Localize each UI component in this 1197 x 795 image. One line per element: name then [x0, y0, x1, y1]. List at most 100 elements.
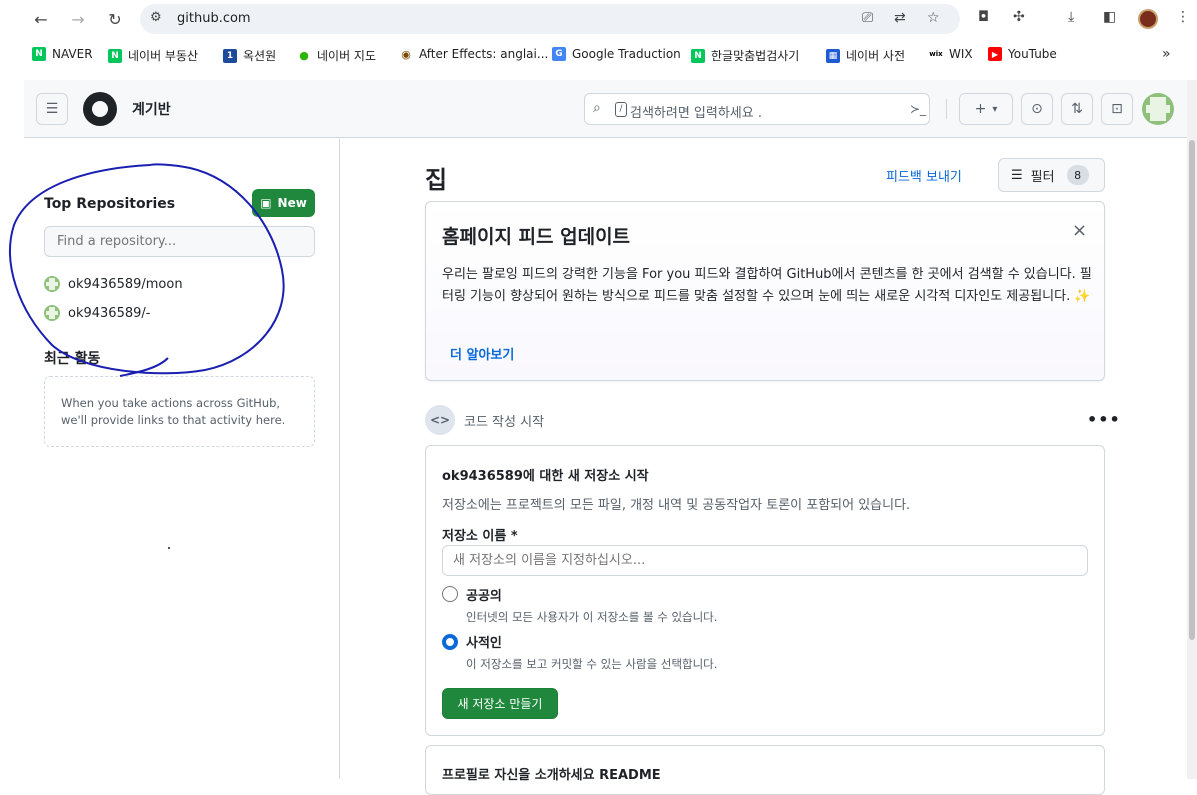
create-repository-button[interactable]: 새 저장소 만들기: [442, 688, 558, 719]
download-icon[interactable]: ⤓: [1068, 9, 1074, 25]
stray-dot: [168, 547, 170, 549]
repo-name-label: 저장소 이름 *: [442, 529, 518, 544]
dashboard-sidebar: Top Repositories ▣New ok9436589/moon ok9…: [24, 139, 340, 779]
search-icon: ⌕: [593, 100, 601, 116]
address-bar[interactable]: ⚙ github.com ⎚ ⇄ ☆: [140, 4, 960, 34]
filter-icon: ☰: [1011, 167, 1023, 183]
browser-toolbar: ← → ↻ ⚙ github.com ⎚ ⇄ ☆ ◘ ✣ ⤓ ◧ ⋮: [0, 0, 1197, 38]
bookmarks-more-icon[interactable]: »: [1162, 46, 1171, 62]
bookmark-star-icon[interactable]: ☆: [927, 10, 940, 26]
reload-icon[interactable]: ↻: [104, 8, 126, 30]
translate-icon[interactable]: ⇄: [894, 10, 906, 26]
readme-card-title: 프로필로 자신을 소개하세요 README: [442, 768, 661, 783]
issues-icon: ⊙: [1031, 101, 1043, 117]
private-radio[interactable]: [442, 634, 458, 650]
repo-link-dash[interactable]: ok9436589/-: [44, 305, 150, 321]
repo-name-input[interactable]: [442, 545, 1088, 576]
more-options-icon[interactable]: •••: [1087, 410, 1121, 429]
feed-update-card: 홈페이지 피드 업데이트 × 우리는 팔로잉 피드의 강력한 기능을 For y…: [425, 201, 1105, 381]
create-repo-subtitle: 저장소에는 프로젝트의 모든 파일, 개정 내역 및 공동작업자 토론이 포함되…: [442, 498, 911, 513]
wix-icon: wix: [929, 47, 943, 61]
new-repository-button[interactable]: ▣ New: [252, 189, 315, 217]
menu-hamburger-button[interactable]: ☰: [36, 93, 68, 125]
profile-avatar[interactable]: [1138, 9, 1158, 29]
bookmark-google-translate[interactable]: G Google Traduction: [552, 47, 681, 61]
translate-icon: G: [552, 47, 566, 61]
repo-link-moon[interactable]: ok9436589/moon: [44, 276, 183, 292]
update-card-body: 우리는 팔로잉 피드의 강력한 기능을 For you 피드와 결합하여 Git…: [442, 267, 1092, 304]
code-icon: <>: [425, 405, 455, 435]
url-text[interactable]: github.com: [177, 11, 251, 26]
bookmark-wix[interactable]: wix WIX: [929, 47, 973, 61]
dictionary-icon: ▦: [826, 48, 840, 63]
bookmark-auction[interactable]: 1 옥션원: [223, 47, 276, 64]
bookmark-naver-land[interactable]: N 네이버 부동산: [108, 47, 198, 64]
update-card-title: 홈페이지 피드 업데이트: [442, 226, 631, 248]
side-panel-icon[interactable]: ◧: [1103, 9, 1116, 25]
ae-icon: ◉: [399, 47, 413, 61]
find-repository-input[interactable]: [44, 226, 315, 257]
filter-count-badge: 8: [1066, 165, 1089, 185]
pull-requests-button[interactable]: ⇅: [1061, 93, 1093, 125]
start-coding-label: 코드 작성 시작: [464, 414, 545, 430]
site-info-icon[interactable]: ⚙: [150, 10, 162, 25]
bookmark-naver[interactable]: N NAVER: [32, 47, 93, 61]
close-icon[interactable]: ×: [1072, 220, 1087, 241]
pull-request-icon: ⇅: [1071, 101, 1083, 117]
github-header: ☰ 계기반 ⌕ / 검색하려면 입력하세요 . ≻_ + ▾ ⊙ ⇅ ⊡: [24, 80, 1197, 138]
bookmarks-bar: N NAVER N 네이버 부동산 1 옥션원 ● 네이버 지도 ◉ After Effe…: [0, 44, 1197, 68]
slash-key-hint: /: [615, 102, 627, 117]
naver-icon: N: [691, 48, 705, 63]
naver-icon: N: [32, 47, 46, 61]
search-input[interactable]: ⌕ / 검색하려면 입력하세요 .: [584, 93, 930, 125]
chevron-down-icon: ▾: [992, 103, 998, 115]
bookmark-naver-map[interactable]: ● 네이버 지도: [297, 47, 376, 64]
map-pin-icon: ●: [297, 48, 311, 63]
extensions-icon[interactable]: ✣: [1013, 9, 1025, 25]
send-feedback-link[interactable]: 피드백 보내기: [886, 166, 962, 185]
issues-button[interactable]: ⊙: [1021, 93, 1053, 125]
learn-more-link[interactable]: 더 알아보기: [450, 344, 514, 363]
recent-activity-heading: 최근 활동: [44, 351, 101, 367]
private-label[interactable]: 사적인: [466, 632, 502, 651]
create-new-button[interactable]: + ▾: [959, 93, 1013, 125]
inbox-button[interactable]: ⊡: [1101, 93, 1133, 125]
bookmark-spellcheck[interactable]: N 한글맞춤법검사기: [691, 47, 799, 64]
naver-icon: N: [108, 48, 122, 63]
public-description: 인터넷의 모든 사용자가 이 저장소를 볼 수 있습니다.: [466, 610, 718, 624]
inbox-icon: ⊡: [1111, 101, 1123, 117]
create-repo-title: ok9436589에 대한 새 저장소 시작: [442, 469, 649, 484]
create-repository-card: ok9436589에 대한 새 저장소 시작 저장소에는 프로젝트의 모든 파일…: [425, 445, 1105, 736]
profile-readme-card: 프로필로 자신을 소개하세요 README: [425, 745, 1105, 795]
page-scrollbar[interactable]: [1187, 80, 1197, 779]
bookmark-naver-dict[interactable]: ▦ 네이버 사전: [826, 47, 905, 64]
install-app-icon[interactable]: ⎚: [862, 10, 873, 26]
back-icon[interactable]: ←: [30, 8, 52, 30]
filter-button[interactable]: ☰ 필터 8: [998, 158, 1105, 192]
search-placeholder: 검색하려면 입력하세요 .: [630, 106, 762, 121]
feed-title: 집: [425, 166, 448, 194]
start-coding-section: <> 코드 작성 시작: [425, 405, 544, 435]
sparkle-icon: ✨: [1074, 289, 1091, 304]
public-radio[interactable]: [442, 586, 458, 602]
private-description: 이 저장소를 보고 커밋할 수 있는 사람을 선택합니다.: [466, 657, 718, 671]
plus-icon: +: [974, 101, 987, 117]
command-palette-icon[interactable]: ≻_: [902, 93, 934, 125]
github-logo-icon[interactable]: [83, 92, 117, 126]
page-title[interactable]: 계기반: [132, 99, 171, 119]
auction-icon: 1: [223, 48, 237, 63]
camera-icon[interactable]: ◘: [978, 9, 989, 25]
user-avatar[interactable]: [1142, 93, 1174, 125]
scrollbar-thumb[interactable]: [1189, 140, 1195, 640]
forward-icon[interactable]: →: [67, 8, 89, 30]
youtube-icon: ▶: [988, 47, 1002, 61]
divider: [946, 99, 947, 119]
public-label[interactable]: 공공의: [466, 585, 502, 604]
recent-activity-empty: When you take actions across GitHub, we'…: [44, 376, 315, 447]
avatar: [44, 305, 60, 321]
bookmark-youtube[interactable]: ▶ YouTube: [988, 47, 1057, 61]
hamburger-icon: ☰: [45, 101, 59, 117]
bookmark-after-effects[interactable]: ◉ After Effects: anglai...: [399, 47, 548, 61]
top-repositories-heading: Top Repositories: [44, 196, 176, 212]
menu-kebab-icon[interactable]: ⋮: [1176, 9, 1190, 25]
